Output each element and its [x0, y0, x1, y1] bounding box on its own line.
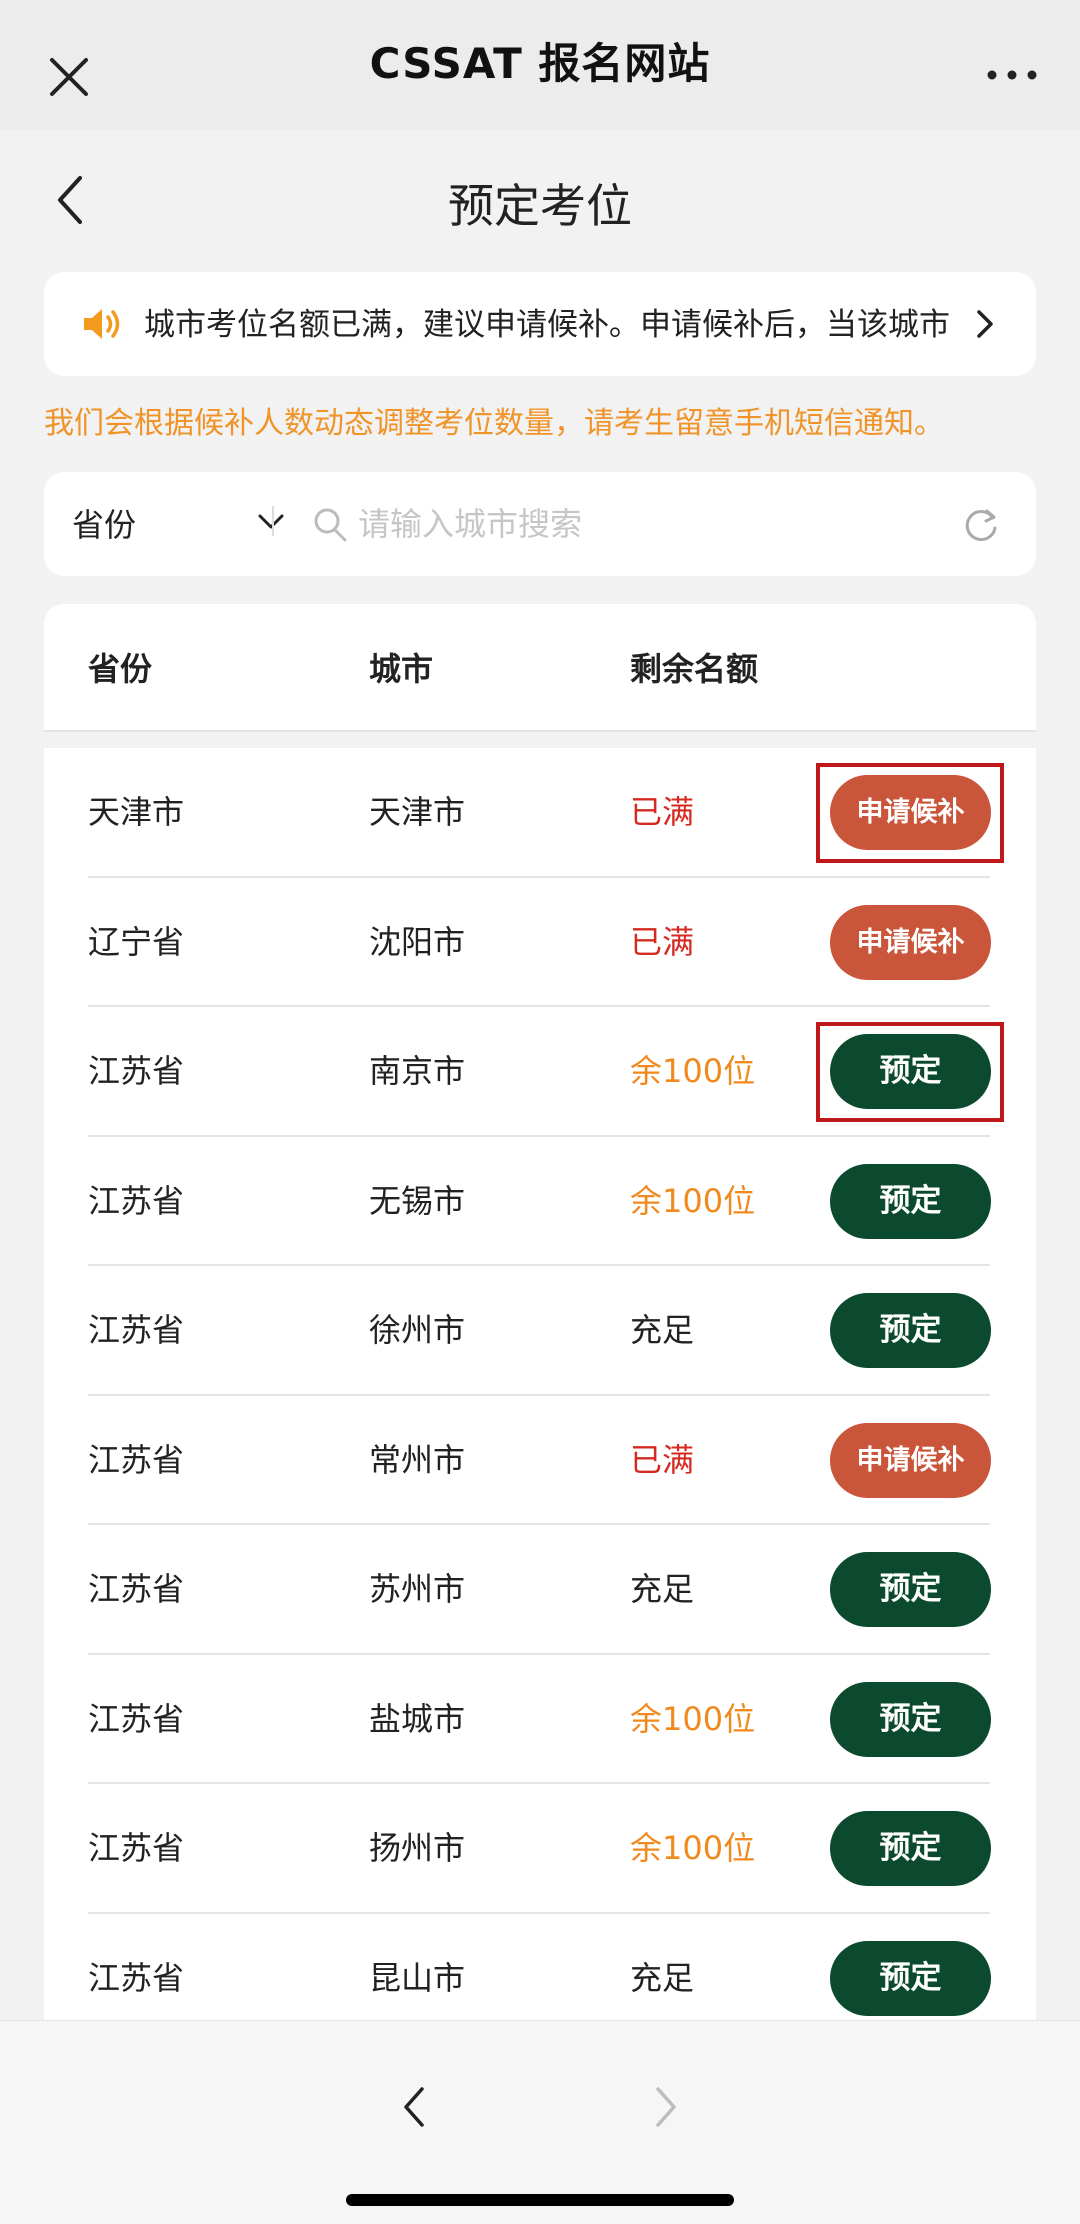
province-cell: 江苏省 [88, 1699, 185, 1738]
browser-back-icon[interactable] [394, 2077, 434, 2137]
table-row: 江苏省 扬州市 余100位 预定 [44, 1784, 1036, 1914]
table-row: 天津市 天津市 已满 申请候补 [44, 748, 1036, 878]
speaker-icon [84, 309, 120, 339]
book-button[interactable]: 预定 [830, 1681, 991, 1757]
remaining-cell: 已满 [630, 1440, 695, 1479]
province-cell: 江苏省 [88, 1181, 185, 1220]
remaining-cell: 充足 [630, 1570, 695, 1608]
header-city: 城市 [369, 650, 434, 688]
book-button[interactable]: 预定 [830, 1940, 991, 2016]
table-row: 江苏省 常州市 已满 申请候补 [44, 1396, 1036, 1525]
remaining-cell: 余100位 [630, 1181, 756, 1220]
table-header: 省份 城市 剩余名额 [44, 604, 1036, 732]
city-cell: 无锡市 [369, 1181, 466, 1220]
province-dropdown-label: 省份 [72, 506, 137, 544]
remaining-cell: 已满 [630, 922, 695, 961]
waitlist-tip: 我们会根据候补人数动态调整考位数量，请考生留意手机短信通知。 [44, 406, 944, 441]
city-cell: 南京市 [369, 1052, 466, 1090]
city-cell: 徐州市 [369, 1311, 466, 1349]
city-cell: 天津市 [369, 793, 466, 831]
refresh-icon[interactable] [962, 506, 1000, 544]
province-cell: 江苏省 [88, 1958, 185, 1997]
page-title: 预定考位 [448, 179, 632, 233]
table-row: 江苏省 徐州市 充足 预定 [44, 1266, 1036, 1396]
header-remaining: 剩余名额 [630, 650, 759, 688]
remaining-cell: 余100位 [630, 1052, 756, 1090]
page-header: 预定考位 [0, 130, 1080, 270]
city-cell: 扬州市 [369, 1829, 466, 1867]
app-top-bar: CSSAT 报名网站 [0, 0, 1080, 130]
header-province: 省份 [88, 650, 153, 688]
book-button[interactable]: 预定 [830, 1552, 991, 1627]
province-dropdown[interactable]: 省份 [72, 472, 284, 576]
remaining-cell: 充足 [630, 1311, 695, 1349]
city-search [312, 472, 932, 576]
province-cell: 江苏省 [88, 1440, 185, 1479]
filter-divider [272, 506, 274, 536]
table-row: 辽宁省 沈阳市 已满 申请候补 [44, 878, 1036, 1007]
notice-banner[interactable]: 城市考位名额已满，建议申请候补。申请候补后，当该城市 [44, 272, 1036, 376]
city-search-input[interactable] [358, 496, 918, 552]
remaining-cell: 余100位 [630, 1829, 756, 1867]
filter-bar: 省份 [44, 472, 1036, 576]
city-cell: 沈阳市 [369, 922, 466, 961]
book-button[interactable]: 预定 [830, 1811, 991, 1886]
book-button[interactable]: 预定 [830, 1034, 991, 1109]
waitlist-button[interactable]: 申请候补 [830, 775, 991, 850]
remaining-cell: 已满 [630, 793, 695, 831]
book-button[interactable]: 预定 [830, 1163, 991, 1239]
province-cell: 天津市 [88, 793, 185, 831]
province-cell: 江苏省 [88, 1311, 185, 1349]
table-row: 江苏省 无锡市 余100位 预定 [44, 1137, 1036, 1266]
notice-text: 城市考位名额已满，建议申请候补。申请候补后，当该城市 [144, 307, 950, 343]
province-cell: 江苏省 [88, 1570, 185, 1608]
chevron-down-icon [258, 514, 284, 529]
browser-forward-icon[interactable] [646, 2077, 686, 2137]
chevron-right-icon [977, 310, 993, 338]
more-dots-icon[interactable] [982, 60, 1042, 90]
city-cell: 盐城市 [369, 1699, 466, 1738]
search-icon [314, 508, 347, 542]
book-button[interactable]: 预定 [830, 1293, 991, 1368]
remaining-cell: 充足 [630, 1958, 695, 1997]
table-row: 江苏省 苏州市 充足 预定 [44, 1525, 1036, 1655]
waitlist-button[interactable]: 申请候补 [830, 904, 991, 980]
table-row: 江苏省 昆山市 充足 预定 [44, 1914, 1036, 2021]
city-cell: 苏州市 [369, 1570, 466, 1608]
app-title: CSSAT 报名网站 [369, 39, 711, 88]
waitlist-button[interactable]: 申请候补 [830, 1422, 991, 1498]
city-cell: 常州市 [369, 1440, 466, 1479]
city-cell: 昆山市 [369, 1958, 466, 1997]
table-row: 江苏省 盐城市 余100位 预定 [44, 1655, 1036, 1784]
remaining-cell: 余100位 [630, 1699, 756, 1738]
province-cell: 江苏省 [88, 1829, 185, 1867]
table-row: 江苏省 南京市 余100位 预定 [44, 1007, 1036, 1137]
province-cell: 辽宁省 [88, 922, 185, 961]
seat-table: 天津市 天津市 已满 申请候补 辽宁省 沈阳市 已满 申请候补 江苏省 南京市 余100位 预定 江苏省… [44, 748, 1036, 2020]
province-cell: 江苏省 [88, 1052, 185, 1090]
home-indicator [346, 2194, 734, 2206]
